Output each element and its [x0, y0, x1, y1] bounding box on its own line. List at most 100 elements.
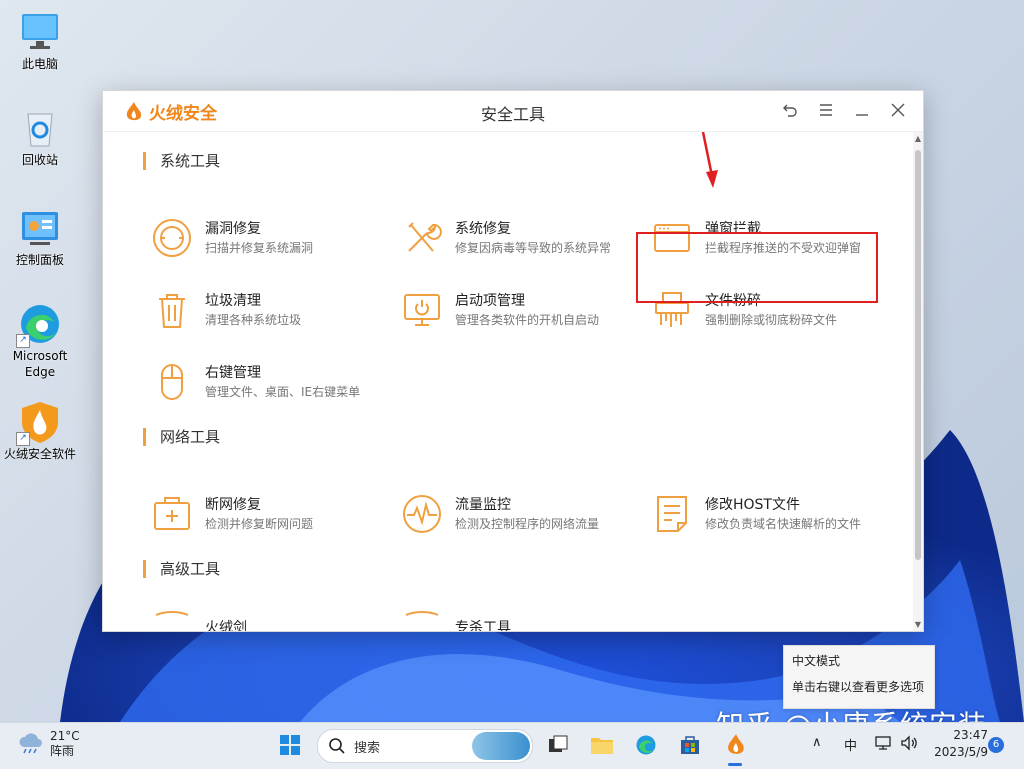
scrollbar[interactable]: ▲ ▼ — [913, 132, 923, 631]
rain-cloud-icon — [19, 733, 42, 754]
huorong-taskbar-button[interactable] — [720, 729, 752, 761]
store-icon — [681, 736, 699, 754]
sword-icon — [151, 607, 193, 631]
traffic-monitor-icon — [401, 493, 443, 535]
folder-icon — [591, 738, 613, 754]
clock-date: 2023/5/9 — [934, 745, 988, 759]
clock-time: 23:47 — [953, 728, 988, 742]
tool-desc: 检测及控制程序的网络流量 — [455, 517, 600, 531]
tool-name: 火绒剑 — [205, 620, 247, 631]
network-repair-icon — [151, 493, 193, 535]
tool-name: 断网修复 — [205, 497, 261, 513]
security-tools-window: 火绒安全 安全工具 系统工具 漏洞修复 扫描并修复系统漏洞 系统修复 修复因病毒… — [102, 90, 924, 632]
section-title: 网络工具 — [160, 428, 221, 446]
search-highlight-image — [472, 732, 530, 760]
weather-desc: 阵雨 — [50, 744, 75, 758]
edge-taskbar-button[interactable] — [630, 729, 662, 761]
mouse-icon — [151, 361, 193, 403]
tool-name: 修改HOST文件 — [705, 497, 800, 513]
desktop-icon-control-panel[interactable]: 控制面板 — [2, 206, 78, 268]
ime-tooltip: 中文模式 单击右键以查看更多选项 — [783, 645, 935, 709]
monitor-icon — [18, 10, 62, 54]
taskbar-search[interactable]: 搜索 — [317, 729, 533, 763]
file-explorer-button[interactable] — [586, 729, 618, 761]
tool-startup-manager[interactable]: 启动项管理管理各类软件的开机自启动 — [401, 286, 641, 334]
desktop-icon-huorong[interactable]: ↗ 火绒安全软件 — [2, 400, 78, 462]
start-button[interactable] — [274, 729, 306, 761]
scroll-up-icon[interactable]: ▲ — [913, 134, 923, 143]
tool-host-file[interactable]: 修改HOST文件修改负责域名快速解析的文件 — [651, 490, 891, 538]
tool-name: 右键管理 — [205, 365, 261, 381]
section-bar — [143, 427, 146, 446]
desktop-icon-label: 回收站 — [21, 153, 58, 167]
task-view-icon — [549, 735, 568, 752]
weather-widget[interactable]: 21°C 阵雨 — [18, 729, 80, 759]
search-placeholder: 搜索 — [354, 740, 381, 756]
ime-tooltip-line2: 单击右键以查看更多选项 — [792, 680, 925, 694]
shortcut-arrow-icon: ↗ — [16, 334, 30, 348]
tool-huorong-sword[interactable]: 火绒剑 — [151, 604, 391, 631]
task-view-button[interactable] — [542, 729, 574, 761]
red-arrow-icon — [701, 132, 718, 188]
tool-special-kill[interactable]: 专杀工具 — [401, 604, 641, 631]
desktop-icon-recycle-bin[interactable]: 回收站 — [2, 106, 78, 168]
desktop-icon-label: 此电脑 — [21, 57, 58, 71]
tray-overflow-icon[interactable]: ∧ — [812, 735, 822, 750]
desktop-icon-label: 火绒安全软件 — [3, 447, 76, 461]
tool-desc: 清理各种系统垃圾 — [205, 313, 302, 327]
tool-traffic-monitor[interactable]: 流量监控检测及控制程序的网络流量 — [401, 490, 641, 538]
desktop-icon-label: Microsoft Edge — [12, 349, 68, 379]
minimize-icon[interactable] — [851, 99, 873, 121]
recycle-bin-icon — [18, 106, 62, 150]
windows-logo-icon — [280, 735, 300, 755]
huorong-icon — [728, 734, 744, 754]
scroll-down-icon[interactable]: ▼ — [913, 620, 923, 629]
tool-name: 专杀工具 — [455, 620, 511, 631]
tool-junk-clean[interactable]: 垃圾清理清理各种系统垃圾 — [151, 286, 391, 334]
menu-icon[interactable] — [815, 99, 837, 121]
tools-content: 系统工具 漏洞修复 扫描并修复系统漏洞 系统修复 修复因病毒等导致的系统异常 弹窗拦… — [103, 132, 913, 631]
shortcut-arrow-icon: ↗ — [16, 432, 30, 446]
ime-indicator[interactable]: 中 — [844, 735, 857, 754]
tool-desc: 检测并修复断网问题 — [205, 517, 314, 531]
window-controls — [779, 99, 909, 121]
ime-tooltip-line1: 中文模式 — [792, 654, 841, 668]
tool-desc: 强制删除或彻底粉碎文件 — [705, 313, 838, 327]
host-file-icon — [651, 493, 693, 535]
tool-name: 垃圾清理 — [205, 293, 261, 309]
search-icon — [329, 738, 345, 754]
notification-badge[interactable]: 6 — [988, 737, 1004, 753]
desktop-icon-this-pc[interactable]: 此电脑 — [2, 10, 78, 72]
desktop-icon-edge[interactable]: ↗ Microsoft Edge — [2, 302, 78, 380]
desktop-icon-label: 控制面板 — [15, 253, 64, 267]
tool-network-repair[interactable]: 断网修复检测并修复断网问题 — [151, 490, 391, 538]
volume-icon[interactable] — [900, 735, 918, 755]
weather-temp: 21°C — [50, 729, 80, 743]
tool-desc: 修改负责域名快速解析的文件 — [705, 517, 862, 531]
close-icon[interactable] — [887, 99, 909, 121]
control-panel-icon — [18, 206, 62, 250]
network-icon[interactable] — [874, 735, 892, 755]
tool-desc: 管理文件、桌面、IE右键菜单 — [205, 385, 361, 399]
huorong-icon: ↗ — [16, 400, 62, 446]
scrollbar-thumb[interactable] — [915, 150, 921, 560]
tool-context-menu[interactable]: 右键管理管理文件、桌面、IE右键菜单 — [151, 358, 391, 406]
taskbar: 21°C 阵雨 搜索 ∧ 中 23:47 2023/5/9 6 — [0, 722, 1024, 769]
shield-icon — [401, 607, 443, 631]
section-header-network: 网络工具 — [143, 426, 220, 447]
store-button[interactable] — [674, 729, 706, 761]
tool-desc: 管理各类软件的开机自启动 — [455, 313, 600, 327]
edge-icon — [636, 735, 656, 755]
startup-icon — [401, 289, 443, 331]
section-header-advanced: 高级工具 — [143, 558, 220, 579]
tool-name: 启动项管理 — [455, 293, 525, 309]
back-icon[interactable] — [779, 99, 801, 121]
window-titlebar[interactable]: 火绒安全 安全工具 — [103, 91, 923, 132]
section-bar — [143, 559, 146, 578]
tool-name: 流量监控 — [455, 497, 511, 513]
trash-icon — [151, 289, 193, 331]
edge-icon: ↗ — [16, 302, 62, 348]
section-title: 高级工具 — [160, 560, 221, 578]
system-clock[interactable]: 23:47 2023/5/9 — [934, 727, 988, 761]
active-app-indicator — [728, 763, 742, 766]
